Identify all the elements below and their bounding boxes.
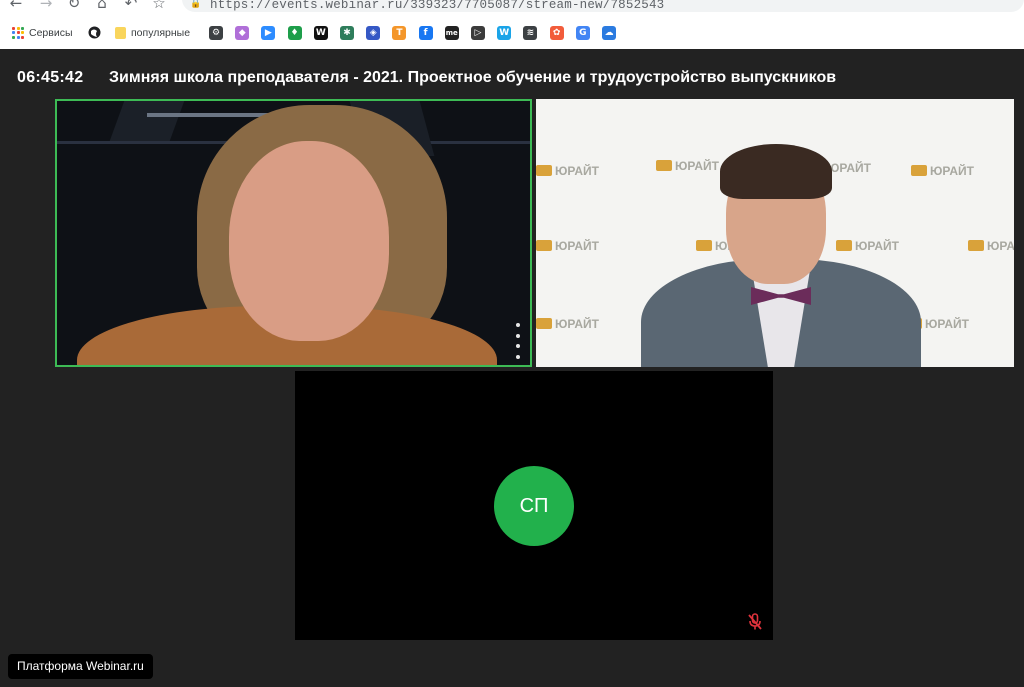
backdrop-logo-text: ЮРАЙТ bbox=[555, 239, 599, 253]
backdrop-logo-text: ЮРАЙТ bbox=[827, 161, 871, 175]
browser-toolbar: ← → ↻ ⌂ ↶ ☆ 🔒 https://events.webinar.ru/… bbox=[0, 0, 1024, 14]
tile-menu-icon[interactable] bbox=[515, 323, 521, 359]
bookmark-facebook[interactable]: f bbox=[418, 25, 433, 40]
back-button[interactable]: ← bbox=[6, 0, 26, 11]
webinar-stage: 06:45:42 Зимняя школа преподавателя - 20… bbox=[0, 49, 1024, 687]
facebook-icon: f bbox=[418, 25, 433, 40]
globe-icon bbox=[88, 26, 101, 39]
url-text: https://events.webinar.ru/339323/7705087… bbox=[210, 0, 665, 12]
backdrop-logo-text: ЮРАЙТ bbox=[555, 317, 599, 331]
video-tile-speaker-2[interactable]: ЮРАЙТ ЮРАЙТ ЮРАЙТ ЮРАЙТ ЮРАЙТ ЮРАЙТ ЮРАЙТ ЮРАЙТ… bbox=[536, 99, 1014, 367]
logo-mark-icon bbox=[836, 240, 852, 251]
wikipedia-icon: W bbox=[313, 25, 328, 40]
backdrop-logo-text: ЮРАЙТ bbox=[855, 239, 899, 253]
ceiling-panel bbox=[109, 101, 185, 141]
logo-mark-icon bbox=[536, 240, 552, 251]
lock-icon: 🔒 bbox=[190, 0, 202, 9]
bookmark-folder-label: популярные bbox=[131, 26, 191, 39]
bookmark-google[interactable]: G bbox=[575, 25, 590, 40]
logo-mark-icon bbox=[968, 240, 984, 251]
flower-icon: ✿ bbox=[549, 25, 564, 40]
forward-button[interactable]: → bbox=[36, 0, 56, 11]
folder-icon bbox=[115, 26, 126, 39]
bookmark-flower[interactable]: ✿ bbox=[549, 25, 564, 40]
backdrop-logo-text: ЮРАЙТ bbox=[987, 239, 1014, 253]
participant-video bbox=[720, 144, 832, 199]
play-ring-icon: ▷ bbox=[471, 25, 485, 40]
apps-grid-icon bbox=[12, 26, 24, 39]
me-icon: me bbox=[444, 25, 459, 40]
bookmark-cloud[interactable]: ☁ bbox=[602, 25, 616, 40]
address-bar[interactable]: 🔒 https://events.webinar.ru/339323/77050… bbox=[182, 0, 1024, 12]
bookmark-services[interactable]: Сервисы bbox=[12, 25, 73, 40]
bookmark-me[interactable]: me bbox=[444, 25, 459, 40]
gear-icon: ⚙ bbox=[209, 25, 223, 40]
backdrop-logo: ЮРАЙТ bbox=[911, 164, 974, 178]
blue-shield-icon: ◈ bbox=[366, 25, 381, 40]
backdrop-logo-text: ЮРАЙТ bbox=[930, 164, 974, 178]
backdrop-logo: ЮРАЙТ bbox=[536, 164, 599, 178]
bookmark-waveform[interactable]: ≋ bbox=[523, 25, 538, 40]
backdrop-logo: ЮРАЙТ bbox=[836, 239, 899, 253]
backdrop-logo-text: ЮРАЙТ bbox=[925, 317, 969, 331]
bookmark-gear[interactable]: ⚙ bbox=[209, 25, 223, 40]
bookmark-wikipedia[interactable]: W bbox=[313, 25, 328, 40]
backdrop-logo: ЮРАЙТ bbox=[536, 239, 599, 253]
bookmark-star-button[interactable]: ☆ bbox=[149, 0, 169, 11]
video-tile-avatar[interactable]: СП bbox=[295, 371, 773, 640]
colorful-app-icon: ◆ bbox=[235, 25, 250, 40]
session-timer: 06:45:42 bbox=[17, 69, 84, 86]
bookmark-play-ring[interactable]: ▷ bbox=[471, 25, 485, 40]
logo-mark-icon bbox=[536, 318, 552, 329]
backdrop-logo: ЮРАЙТ bbox=[968, 239, 1014, 253]
bookmark-mic-app[interactable]: ♦ bbox=[287, 25, 302, 40]
waveform-icon: ≋ bbox=[523, 25, 538, 40]
browser-chrome: ← → ↻ ⌂ ↶ ☆ 🔒 https://events.webinar.ru/… bbox=[0, 0, 1024, 49]
logo-mark-icon bbox=[656, 160, 672, 171]
green-grid-icon: ✱ bbox=[340, 25, 354, 40]
platform-badge[interactable]: Платформа Webinar.ru bbox=[8, 654, 153, 679]
backdrop-logo-text: ЮРАЙТ bbox=[555, 164, 599, 178]
bookmark-zoom[interactable]: ▶ bbox=[261, 25, 276, 40]
zoom-icon: ▶ bbox=[261, 25, 276, 40]
cloud-icon: ☁ bbox=[602, 25, 616, 40]
participant-video bbox=[229, 141, 389, 341]
bookmarks-bar: Сервисы популярные ⚙ ◆ ▶ ♦ W ✱ ◈ Tf me ▷ W ≋ ✿ G ☁ bbox=[0, 20, 1024, 44]
participant-avatar: СП bbox=[494, 466, 574, 546]
mic-app-icon: ♦ bbox=[287, 25, 302, 40]
google-icon: G bbox=[575, 25, 590, 40]
logo-mark-icon bbox=[536, 165, 552, 176]
backdrop-logo-text: ЮРАЙТ bbox=[675, 159, 719, 173]
video-tile-speaker-1[interactable] bbox=[55, 99, 532, 367]
bookmark-green-grid[interactable]: ✱ bbox=[340, 25, 354, 40]
logo-mark-icon bbox=[696, 240, 712, 251]
bookmark-folder-popular[interactable]: популярные bbox=[115, 25, 190, 40]
bookmark-w-brand[interactable]: W bbox=[497, 25, 512, 40]
event-title: Зимняя школа преподавателя - 2021. Проек… bbox=[109, 69, 837, 86]
bookmark-globe[interactable] bbox=[88, 25, 101, 40]
home-button[interactable]: ⌂ bbox=[92, 0, 112, 11]
logo-mark-icon bbox=[911, 165, 927, 176]
bookmark-blue-shield[interactable]: ◈ bbox=[366, 25, 381, 40]
backdrop-logo: ЮРАЙТ bbox=[536, 317, 599, 331]
bookmark-services-label: Сервисы bbox=[29, 26, 73, 39]
bookmark-orange-t[interactable]: T bbox=[392, 25, 407, 40]
mic-muted-icon bbox=[748, 613, 762, 630]
orange-t-icon: T bbox=[392, 25, 407, 40]
undo-button[interactable]: ↶ bbox=[121, 0, 141, 11]
bookmark-colorful-app[interactable]: ◆ bbox=[235, 25, 250, 40]
reload-button[interactable]: ↻ bbox=[64, 0, 84, 11]
backdrop-logo: ЮРАЙТ bbox=[656, 159, 719, 173]
w-brand-icon: W bbox=[497, 25, 512, 40]
